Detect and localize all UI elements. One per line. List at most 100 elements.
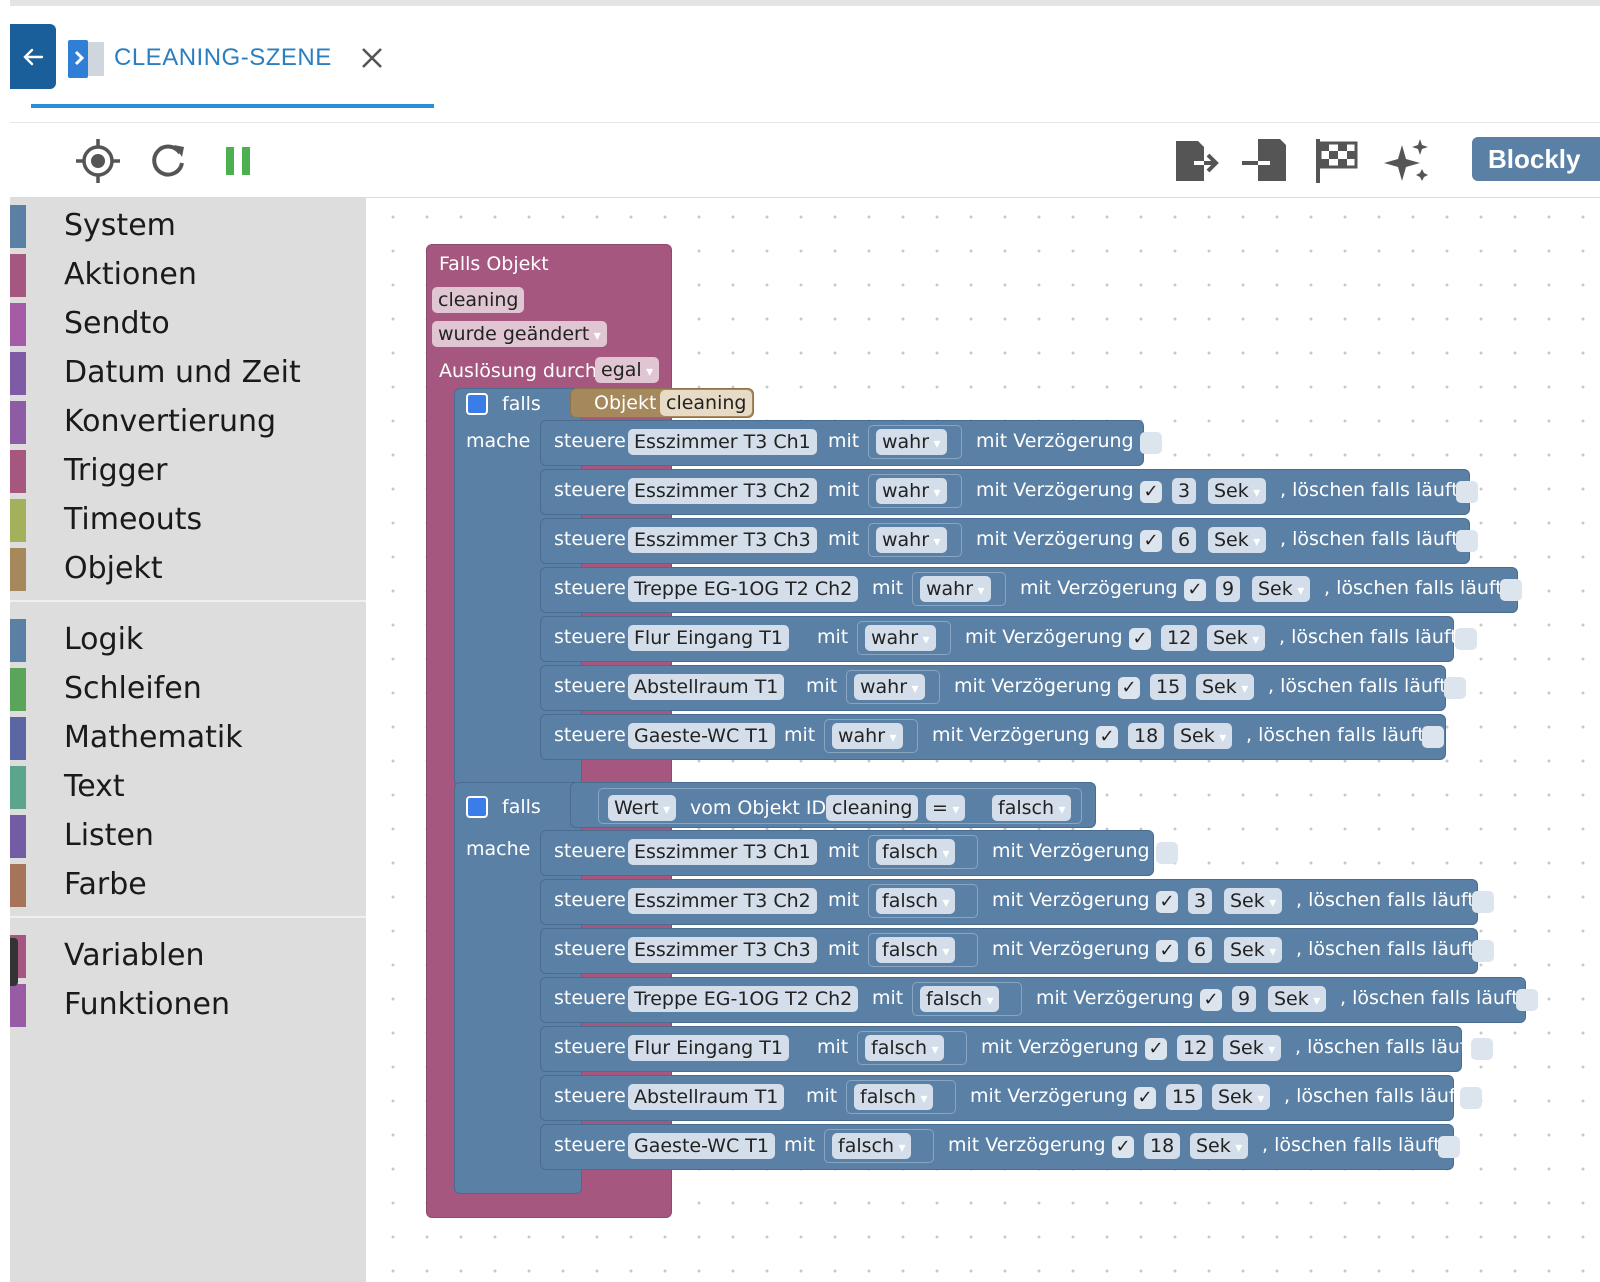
condition-operator-dropdown[interactable]: = (926, 795, 966, 821)
delay-checkbox[interactable] (1472, 891, 1494, 913)
delay-checkbox[interactable]: ✓ (1096, 726, 1118, 748)
unit-dropdown[interactable]: Sek (1268, 986, 1327, 1012)
unit-dropdown[interactable]: Sek (1252, 576, 1311, 602)
device-field[interactable]: Esszimmer T3 Ch3 (628, 937, 817, 963)
unit-dropdown[interactable]: Sek (1196, 674, 1255, 700)
toolbox-category-system[interactable]: System (10, 202, 366, 251)
pause-icon[interactable] (212, 135, 264, 187)
sidebar-resize-handle[interactable] (10, 938, 18, 986)
seconds-field[interactable]: 15 (1166, 1084, 1203, 1110)
device-field[interactable]: Esszimmer T3 Ch2 (628, 888, 817, 914)
delay-checkbox[interactable] (1516, 989, 1538, 1011)
device-field[interactable]: Gaeste-WC T1 (628, 1133, 775, 1159)
delay-checkbox[interactable] (1438, 1136, 1460, 1158)
checkered-flag-icon[interactable] (1310, 135, 1362, 187)
delay-checkbox[interactable]: ✓ (1112, 1136, 1134, 1158)
device-field[interactable]: Esszimmer T3 Ch1 (628, 839, 817, 865)
toolbox-category-farbe[interactable]: Farbe (10, 861, 366, 910)
seconds-field[interactable]: 9 (1232, 986, 1257, 1012)
value-dropdown[interactable]: wahr (854, 674, 925, 700)
device-field[interactable]: Esszimmer T3 Ch3 (628, 527, 817, 553)
gear-icon[interactable] (466, 796, 488, 818)
delay-checkbox[interactable]: ✓ (1118, 677, 1140, 699)
toolbox-category-logik[interactable]: Logik (10, 616, 366, 665)
sparkle-icon[interactable] (1382, 135, 1434, 187)
device-field[interactable]: Treppe EG-1OG T2 Ch2 (628, 986, 859, 1012)
value-dropdown[interactable]: wahr (876, 429, 947, 455)
delay-checkbox[interactable]: ✓ (1184, 579, 1206, 601)
gear-icon[interactable] (466, 393, 488, 415)
value-dropdown[interactable]: falsch (920, 986, 1000, 1012)
toolbox-category-schleifen[interactable]: Schleifen (10, 665, 366, 714)
delay-checkbox[interactable] (1471, 1038, 1493, 1060)
unit-dropdown[interactable]: Sek (1208, 527, 1267, 553)
value-dropdown[interactable]: falsch (832, 1133, 912, 1159)
tab-title[interactable]: CLEANING-SZENE (114, 44, 332, 72)
delay-checkbox[interactable]: ✓ (1140, 481, 1162, 503)
condition-object-field[interactable]: cleaning (660, 390, 753, 416)
delay-checkbox[interactable]: ✓ (1156, 940, 1178, 962)
value-dropdown[interactable]: falsch (865, 1035, 945, 1061)
toolbox-category-variablen[interactable]: Variablen (10, 932, 366, 981)
value-dropdown[interactable]: wahr (876, 527, 947, 553)
condition-property-dropdown[interactable]: Wert (608, 795, 677, 821)
unit-dropdown[interactable]: Sek (1224, 937, 1283, 963)
toolbox-category-datum-und-zeit[interactable]: Datum und Zeit (10, 349, 366, 398)
delay-checkbox[interactable]: ✓ (1156, 891, 1178, 913)
toolbox-category-sendto[interactable]: Sendto (10, 300, 366, 349)
seconds-field[interactable]: 6 (1172, 527, 1197, 553)
device-field[interactable]: Abstellraum T1 (628, 1084, 785, 1110)
seconds-field[interactable]: 15 (1150, 674, 1187, 700)
target-icon[interactable] (72, 135, 124, 187)
seconds-field[interactable]: 6 (1188, 937, 1213, 963)
delay-checkbox[interactable]: ✓ (1129, 628, 1151, 650)
device-field[interactable]: Treppe EG-1OG T2 Ch2 (628, 576, 859, 602)
toolbox-category-funktionen[interactable]: Funktionen (10, 981, 366, 1030)
close-icon[interactable] (358, 44, 386, 72)
delay-checkbox[interactable] (1460, 1087, 1482, 1109)
device-field[interactable]: Gaeste-WC T1 (628, 723, 775, 749)
value-dropdown[interactable]: wahr (832, 723, 903, 749)
seconds-field[interactable]: 3 (1172, 478, 1197, 504)
seconds-field[interactable]: 3 (1188, 888, 1213, 914)
import-icon[interactable] (1240, 135, 1292, 187)
toolbox-category-konvertierung[interactable]: Konvertierung (10, 398, 366, 447)
value-dropdown[interactable]: falsch (876, 937, 956, 963)
blockly-workspace[interactable]: Falls Objekt cleaning wurde geändert Auslös… (366, 198, 1600, 1282)
delay-checkbox[interactable] (1140, 432, 1162, 454)
seconds-field[interactable]: 9 (1216, 576, 1241, 602)
toolbox-category-objekt[interactable]: Objekt (10, 545, 366, 594)
device-field[interactable]: Flur Eingang T1 (628, 625, 789, 651)
delay-checkbox[interactable]: ✓ (1134, 1087, 1156, 1109)
device-field[interactable]: Flur Eingang T1 (628, 1035, 789, 1061)
toolbox-category-aktionen[interactable]: Aktionen (10, 251, 366, 300)
export-icon[interactable] (1170, 135, 1222, 187)
unit-dropdown[interactable]: Sek (1207, 625, 1266, 651)
seconds-field[interactable]: 18 (1144, 1133, 1181, 1159)
toolbox-category-timeouts[interactable]: Timeouts (10, 496, 366, 545)
delay-checkbox[interactable] (1444, 677, 1466, 699)
value-dropdown[interactable]: wahr (920, 576, 991, 602)
condition-value-dropdown[interactable]: falsch (992, 795, 1072, 821)
delay-checkbox[interactable] (1456, 481, 1478, 503)
blockly-mode-button[interactable]: Blockly (1472, 137, 1600, 181)
delay-checkbox[interactable]: ✓ (1200, 989, 1222, 1011)
delay-checkbox[interactable] (1472, 940, 1494, 962)
unit-dropdown[interactable]: Sek (1190, 1133, 1249, 1159)
device-field[interactable]: Esszimmer T3 Ch1 (628, 429, 817, 455)
seconds-field[interactable]: 12 (1161, 625, 1198, 651)
unit-dropdown[interactable]: Sek (1223, 1035, 1282, 1061)
value-dropdown[interactable]: falsch (876, 888, 956, 914)
delay-checkbox[interactable] (1500, 579, 1522, 601)
unit-dropdown[interactable]: Sek (1224, 888, 1283, 914)
back-button[interactable] (10, 24, 56, 89)
delay-checkbox[interactable] (1156, 842, 1178, 864)
delay-checkbox[interactable] (1456, 530, 1478, 552)
device-field[interactable]: Abstellraum T1 (628, 674, 785, 700)
value-dropdown[interactable]: wahr (865, 625, 936, 651)
trigger-object-field[interactable]: cleaning (432, 287, 525, 313)
value-dropdown[interactable]: wahr (876, 478, 947, 504)
toolbox-category-mathematik[interactable]: Mathematik (10, 714, 366, 763)
unit-dropdown[interactable]: Sek (1212, 1084, 1271, 1110)
delay-checkbox[interactable] (1422, 726, 1444, 748)
